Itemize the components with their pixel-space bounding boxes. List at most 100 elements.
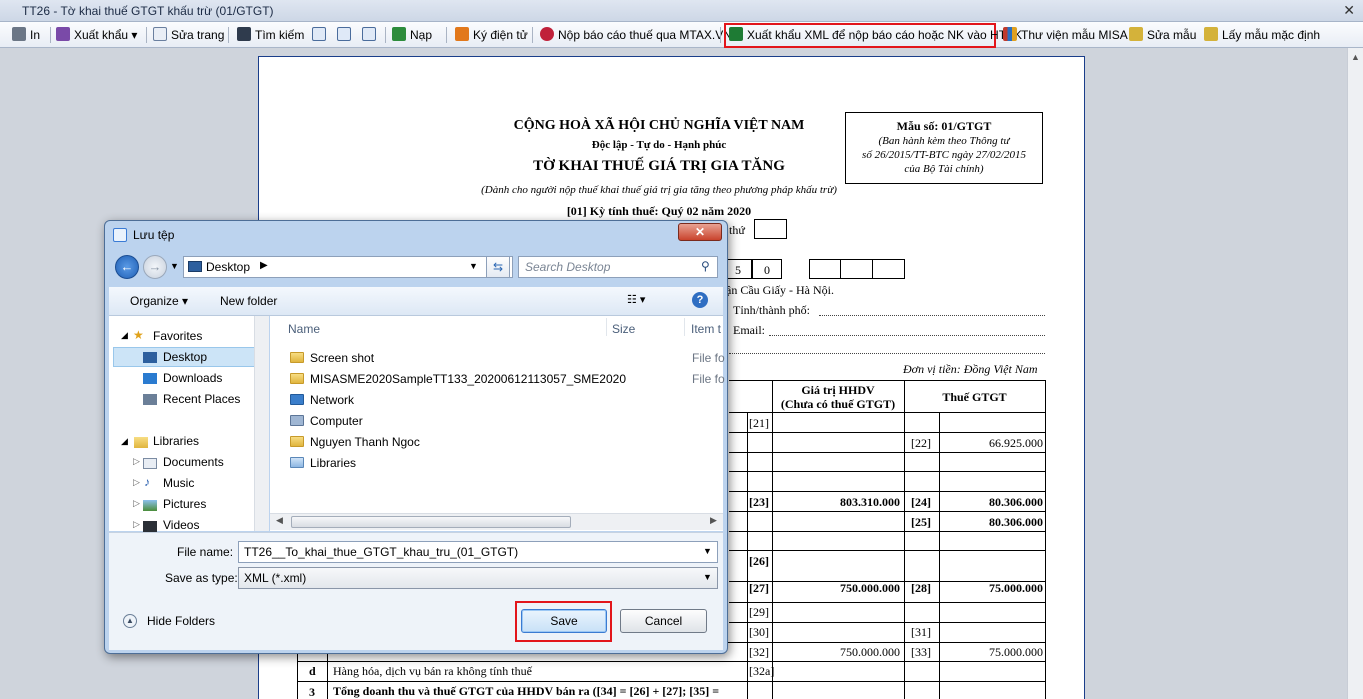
code-25: [25] [911,515,931,529]
window-close-icon[interactable]: ✕ [1343,2,1355,19]
edit-template-button[interactable]: Sửa mẫu [1129,25,1196,45]
misa-library-button[interactable]: Thư viện mẫu MISA [1003,25,1128,45]
save-type-select[interactable]: XML (*.xml) ▼ [238,567,718,589]
file-name-input[interactable]: TT26__To_khai_thue_GTGT_khau_tru_(01_GTG… [238,541,718,563]
nav-documents[interactable]: Documents [163,455,224,469]
collapse-arrow-icon[interactable]: ◢ [121,436,128,447]
nav-favorites[interactable]: Favorites [153,329,202,343]
tax-id-digit-box [840,259,873,279]
lan-thu-box [754,219,787,239]
table-line [904,380,905,699]
save-button[interactable]: Save [521,609,607,633]
table-line [747,412,748,699]
forward-arrow-icon[interactable]: → [143,255,167,279]
email-label: Email: [733,323,765,337]
cancel-button[interactable]: Cancel [620,609,707,633]
nav-videos[interactable]: Videos [163,518,199,532]
nav-downloads[interactable]: Downloads [163,371,222,385]
search-icon[interactable]: ⚲ [701,259,710,273]
view-options-icon[interactable]: ☷ ▾ [627,293,645,306]
address-bar[interactable]: Desktop ▶ ▼ [183,256,513,278]
printer-icon [12,27,26,41]
table-line [729,622,1045,623]
default-template-button[interactable]: Lấy mẫu mặc định [1204,25,1320,45]
export-xml-button[interactable]: Xuất khẩu XML để nộp báo cáo hoặc NK vào… [729,25,1022,45]
row-3-label: 3 [309,685,315,699]
table-line [772,380,773,699]
ruler-icon [1129,27,1143,41]
scroll-left-icon[interactable]: ◀ [276,515,283,526]
scroll-up-icon[interactable]: ▲ [1351,52,1360,62]
table-line [729,412,1045,413]
recent-dropdown-icon[interactable]: ▼ [170,261,179,271]
new-folder-button[interactable]: New folder [220,294,277,308]
chevron-up-icon: ▲ [123,614,137,628]
dialog-close-button[interactable]: ✕ [678,223,722,241]
scroll-thumb[interactable] [291,516,571,528]
address-dropdown-icon[interactable]: ▼ [469,261,478,271]
code-32a: [32a] [749,664,775,678]
single-page-icon [312,27,326,41]
nav-recent-places[interactable]: Recent Places [163,392,240,406]
file-row[interactable]: Computer [290,414,363,428]
back-arrow-icon[interactable]: ← [115,255,139,279]
expand-arrow-icon[interactable]: ▷ [133,456,140,467]
toolbar-separator [720,27,721,43]
tax-id-digit-box [872,259,905,279]
load-button[interactable]: Nạp [392,25,432,45]
view-single-button[interactable] [312,25,330,45]
edit-page-button[interactable]: Sửa trang [153,25,224,45]
toolbar-separator [385,27,386,43]
file-row[interactable]: Screen shot [290,351,374,365]
view-width-button[interactable] [362,25,380,45]
nav-music[interactable]: Music [163,476,194,490]
expand-arrow-icon[interactable]: ▷ [133,477,140,488]
submit-mtax-button[interactable]: Nộp báo cáo thuế qua MTAX.VN [540,25,732,45]
address-text: ận Cầu Giấy - Hà Nội. [726,283,834,297]
export-button[interactable]: Xuất khẩu ▾ [56,25,137,45]
nav-libraries[interactable]: Libraries [153,434,199,448]
file-name-dropdown-icon[interactable]: ▼ [703,546,712,556]
collapse-arrow-icon[interactable]: ◢ [121,330,128,341]
file-row[interactable]: Network [290,393,354,407]
vertical-scrollbar[interactable]: ▲ [1347,48,1363,699]
breadcrumb-arrow-icon[interactable]: ▶ [260,260,268,271]
column-type[interactable]: Item t [691,322,721,336]
toolbar-separator [446,27,447,43]
file-row[interactable]: Libraries [290,456,356,470]
code-31: [31] [911,625,931,639]
help-icon[interactable]: ? [692,292,708,308]
column-name[interactable]: Name [288,322,320,336]
expand-arrow-icon[interactable]: ▷ [133,498,140,509]
file-name-label: File name: [177,545,234,559]
page-width-icon [362,27,376,41]
table-line [729,550,1045,551]
scroll-right-icon[interactable]: ▶ [710,515,717,526]
search-box[interactable]: Search Desktop ⚲ [518,256,718,278]
col-header-value-sub: (Chưa có thuế GTGT) [780,397,896,411]
esign-button[interactable]: Ký điện tử [455,25,528,45]
organize-button[interactable]: Organize ▾ [130,294,188,308]
motto: Độc lập - Tự do - Hạnh phúc [591,139,727,151]
file-row[interactable]: Nguyen Thanh Ngoc [290,435,420,449]
currency-unit: Đơn vị tiền: Đồng Việt Nam [903,362,1038,376]
refresh-button[interactable]: ⇆ [486,256,510,278]
print-button[interactable]: In [12,25,40,45]
search-button[interactable]: Tìm kiếm [237,25,304,45]
form-note-3: của Bộ Tài chính) [904,163,984,175]
value-23: 803.310.000 [840,495,900,509]
view-whole-button[interactable] [337,25,355,45]
file-row[interactable]: MISASME2020SampleTT133_20200612113057_SM… [290,372,626,386]
nav-scrollbar[interactable] [254,316,269,531]
nav-desktop[interactable]: Desktop [163,350,207,364]
expand-arrow-icon[interactable]: ▷ [133,519,140,530]
tax-period: [01] Kỳ tính thuế: Quý 02 năm 2020 [566,204,752,218]
column-size[interactable]: Size [612,322,635,336]
navigation-pane: ◢ ★ Favorites Desktop Downloads Recent P… [109,316,269,532]
horizontal-scrollbar[interactable]: ◀ ▶ [270,513,723,530]
network-icon [290,394,304,405]
form-note-2: số 26/2015/TT-BTC ngày 27/02/2015 [862,149,1026,161]
save-type-dropdown-icon[interactable]: ▼ [703,572,712,582]
nav-pictures[interactable]: Pictures [163,497,206,511]
address-text: Desktop [206,260,251,274]
